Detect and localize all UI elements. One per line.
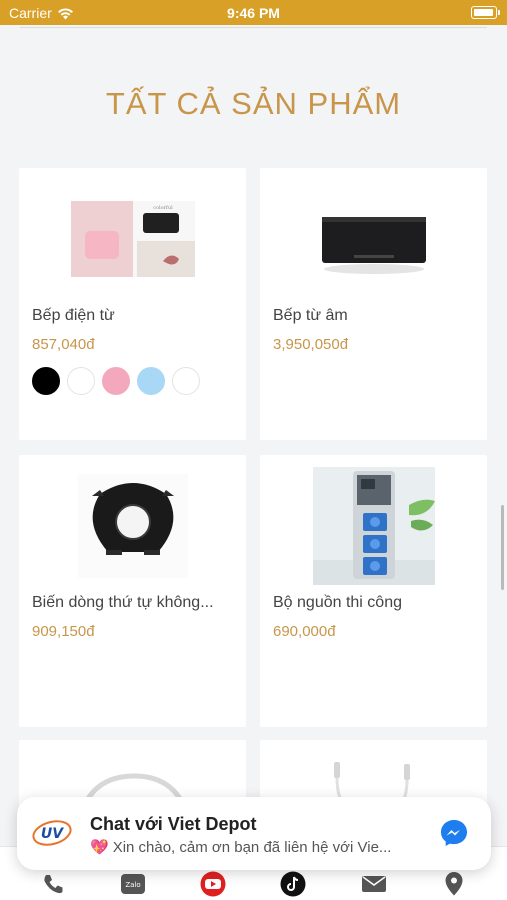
color-swatches	[32, 367, 200, 395]
product-image: colorful	[19, 180, 246, 298]
status-time: 9:46 PM	[227, 5, 280, 21]
location-icon[interactable]	[439, 869, 469, 899]
scroll-indicator[interactable]	[501, 505, 504, 590]
svg-text:colorful: colorful	[153, 205, 173, 211]
swatch-pink[interactable]	[102, 367, 130, 395]
messenger-icon[interactable]	[439, 818, 469, 848]
zalo-icon[interactable]: Zalo	[118, 869, 148, 899]
chat-title: Chat với Viet Depot	[90, 814, 257, 834]
top-divider	[20, 27, 487, 28]
mail-icon[interactable]	[359, 869, 389, 899]
product-name: Bộ nguồn thi công	[273, 594, 402, 611]
chat-message-preview: 💖 Xin chào, cảm ơn bạn đã liên hệ với Vie…	[90, 838, 435, 856]
section-title: TẤT CẢ SẢN PHẨM	[105, 86, 402, 121]
product-image	[260, 467, 487, 585]
product-card[interactable]: colorful Bếp điện từ 857,040đ	[19, 168, 246, 440]
product-card[interactable]: Bếp từ âm 3,950,050đ	[260, 168, 487, 440]
product-price: 857,040đ	[32, 336, 95, 353]
swatch-white-2[interactable]	[172, 367, 200, 395]
product-name: Biến dòng thứ tự không...	[32, 594, 214, 611]
product-card[interactable]: Biến dòng thứ tự không... 909,150đ	[19, 455, 246, 727]
status-bar: Carrier 9:46 PM	[0, 0, 507, 25]
swatch-black[interactable]	[32, 367, 60, 395]
phone-icon[interactable]	[38, 869, 68, 899]
tiktok-icon[interactable]	[278, 869, 308, 899]
product-image	[19, 467, 246, 585]
viet-depot-logo: UV	[32, 820, 72, 846]
heart-icon: 💖	[90, 839, 109, 856]
swatch-white[interactable]	[67, 367, 95, 395]
logo-text: UV	[41, 826, 64, 842]
youtube-icon[interactable]	[198, 869, 228, 899]
product-card[interactable]: Bộ nguồn thi công 690,000đ	[260, 455, 487, 727]
battery-icon	[471, 6, 500, 19]
product-image	[260, 180, 487, 298]
svg-text:Zalo: Zalo	[125, 881, 140, 889]
chat-popup[interactable]: UV Chat với Viet Depot 💖 Xin chào, cảm ơn…	[17, 797, 491, 870]
swatch-light-blue[interactable]	[137, 367, 165, 395]
product-price: 3,950,050đ	[273, 336, 349, 353]
product-price: 690,000đ	[273, 623, 336, 640]
product-name: Bếp điện từ	[32, 307, 115, 324]
product-name: Bếp từ âm	[273, 307, 348, 324]
product-price: 909,150đ	[32, 623, 95, 640]
chat-message: Xin chào, cảm ơn bạn đã liên hệ với Vie.…	[112, 839, 392, 856]
